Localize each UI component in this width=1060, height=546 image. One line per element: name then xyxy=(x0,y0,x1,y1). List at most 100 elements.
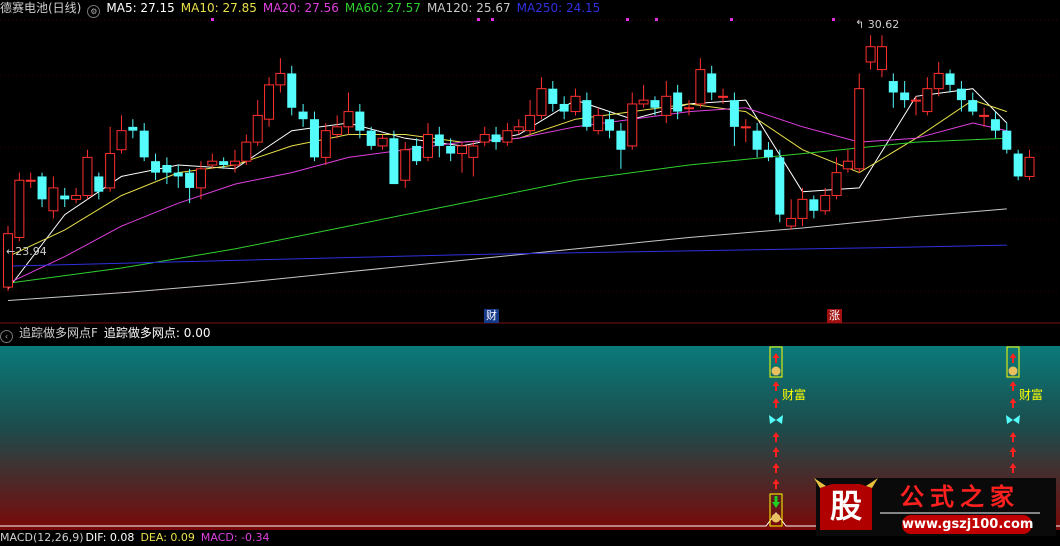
macd-dif: DIF: 0.08 xyxy=(85,531,135,544)
candle-body xyxy=(695,69,706,105)
candle xyxy=(695,58,706,108)
candle-body xyxy=(332,126,343,135)
candle-body xyxy=(809,199,819,211)
candle-body xyxy=(412,145,422,162)
finance-event-tag[interactable]: 财 xyxy=(484,309,499,323)
candle-body xyxy=(740,126,751,129)
candle-body xyxy=(389,138,399,185)
candle xyxy=(797,187,808,227)
candle xyxy=(752,123,762,158)
stock-name[interactable]: 德赛电池(日线) xyxy=(0,1,81,15)
candle xyxy=(446,138,456,162)
candle xyxy=(968,92,978,116)
candle-body xyxy=(491,134,501,143)
candle xyxy=(842,149,853,173)
candle-body xyxy=(128,126,138,131)
candle-body xyxy=(320,130,331,158)
candle-body xyxy=(763,149,773,158)
ma-line-ma120 xyxy=(7,208,1007,301)
candle xyxy=(128,119,138,139)
candle-body xyxy=(195,168,206,189)
candle xyxy=(570,88,581,116)
candle-body xyxy=(854,88,865,170)
main-header: 德赛电池(日线) ⚙ MA5: 27.15 MA10: 27.85 MA20: 27.5… xyxy=(0,0,606,18)
candle xyxy=(151,153,161,181)
candle-body xyxy=(673,92,683,112)
candle xyxy=(876,35,887,78)
candle-body xyxy=(752,130,762,150)
candle xyxy=(60,187,70,207)
watermark-brand: 公式之家 xyxy=(900,483,1020,511)
candle-body xyxy=(888,81,898,93)
candle xyxy=(434,126,444,158)
limit-up-tag[interactable]: 涨 xyxy=(827,309,842,323)
candle xyxy=(343,92,354,135)
candle-body xyxy=(116,130,127,151)
candle xyxy=(207,153,218,169)
candle xyxy=(559,96,569,120)
candle-body xyxy=(536,88,547,116)
candle-body xyxy=(820,195,831,212)
macd-name[interactable]: MACD(12,26,9) xyxy=(0,531,84,544)
candle-body xyxy=(990,119,1000,131)
candle-body xyxy=(1024,156,1035,177)
candle-body xyxy=(513,126,524,132)
low-price-value: 23.94 xyxy=(15,245,47,258)
candle-body xyxy=(729,100,739,127)
candle-body xyxy=(264,84,275,120)
candle xyxy=(638,84,649,108)
candle xyxy=(502,123,513,146)
candle xyxy=(162,157,172,185)
ma10-label: MA10: 27.85 xyxy=(180,1,257,15)
candle-body xyxy=(173,172,183,177)
candle-body xyxy=(582,100,592,127)
candle xyxy=(707,65,717,101)
candle xyxy=(990,111,1000,139)
candle xyxy=(945,69,955,93)
candle xyxy=(740,119,751,143)
candle-body xyxy=(37,176,47,200)
candle-body xyxy=(900,92,910,101)
macd-dea: DEA: 0.09 xyxy=(140,531,195,544)
candle xyxy=(525,100,536,135)
candle-body xyxy=(219,161,229,165)
candle xyxy=(1013,149,1023,181)
candle-body xyxy=(876,46,887,71)
candle-body xyxy=(945,73,955,85)
watermark-logo-char: 股 xyxy=(829,487,862,525)
indicator-collapse-icon[interactable]: ‹ xyxy=(0,330,13,343)
candle-body xyxy=(275,72,286,86)
candle xyxy=(616,123,626,169)
candle-body xyxy=(105,153,116,189)
candle xyxy=(82,149,93,200)
candle xyxy=(684,100,694,116)
candle xyxy=(468,142,479,177)
indicator-name[interactable]: 追踪做多网点F xyxy=(19,326,98,340)
candle xyxy=(888,73,898,108)
candle xyxy=(105,126,116,192)
candlestick-series xyxy=(3,35,1035,291)
candle xyxy=(230,149,240,173)
candle-body xyxy=(559,103,569,112)
candle-body xyxy=(831,172,842,197)
candle xyxy=(320,123,331,165)
candle xyxy=(582,92,592,131)
candle-body xyxy=(366,130,376,146)
candle-body xyxy=(252,114,263,143)
ma250-label: MA250: 24.15 xyxy=(516,1,601,15)
indicator-header: ‹ 追踪做多网点F 追踪做多网点: 0.00 xyxy=(0,325,216,343)
money-bag-icon xyxy=(771,513,781,523)
candle-body xyxy=(684,107,694,110)
candle xyxy=(922,77,933,116)
candle-body xyxy=(309,119,319,158)
candle-body xyxy=(548,88,558,104)
watermark-url[interactable]: www.gszj100.com xyxy=(902,516,1033,533)
candle xyxy=(139,123,149,162)
candle-body xyxy=(287,73,297,108)
candle xyxy=(377,134,388,150)
candle xyxy=(763,142,773,162)
candle-body xyxy=(979,114,990,117)
candle-body xyxy=(60,195,70,200)
candle-body xyxy=(151,161,161,173)
candle-body xyxy=(707,73,717,93)
